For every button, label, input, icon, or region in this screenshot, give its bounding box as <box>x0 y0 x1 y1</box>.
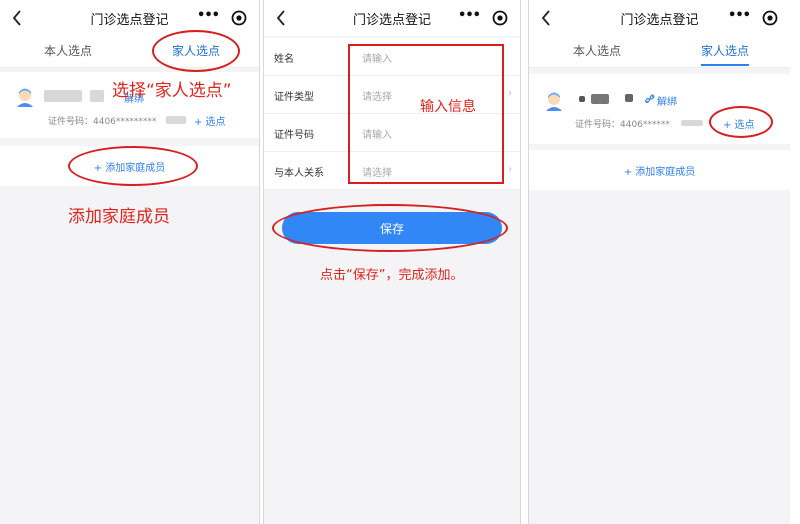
masked-name-part <box>591 94 609 104</box>
chevron-right-icon: › <box>508 88 512 99</box>
masked-name-part <box>625 94 633 102</box>
tab-self[interactable]: 本人选点 <box>573 42 621 59</box>
target-icon[interactable] <box>762 10 778 26</box>
annotation-select-family-tab: 选择“家人选点” <box>112 81 232 101</box>
select-point-button[interactable]: + 选点 <box>194 113 226 128</box>
active-tab-indicator <box>701 64 749 66</box>
annotation-circle-select <box>709 106 773 138</box>
screen-family-tab: 门诊选点登记 ••• 本人选点 家人选点 解绑 证件号码：4406*******… <box>0 0 260 524</box>
screen-add-member-form: 门诊选点登记 ••• 姓名 请输入 证件类型 请选择 › 证件号码 请输入 与本… <box>263 0 521 524</box>
mini-program-capsule: ••• <box>728 7 778 29</box>
target-icon[interactable] <box>231 10 247 26</box>
tab-bar: 本人选点 家人选点 <box>529 36 790 68</box>
annotation-circle-tab <box>152 30 240 72</box>
avatar-icon <box>546 92 562 111</box>
screen-family-added: 门诊选点登记 ••• 本人选点 家人选点 解绑 证件号码：4406****** … <box>528 0 790 524</box>
unlink-link[interactable]: 解绑 <box>657 93 677 108</box>
more-menu-icon[interactable]: ••• <box>458 7 481 29</box>
masked-id <box>166 116 186 124</box>
more-menu-icon[interactable]: ••• <box>728 7 751 29</box>
more-menu-icon[interactable]: ••• <box>197 7 220 29</box>
field-label: 证件类型 <box>274 92 314 103</box>
id-number: 证件号码：4406********* <box>48 117 157 127</box>
link-icon <box>645 94 655 104</box>
nav-bar: 门诊选点登记 ••• <box>0 0 259 36</box>
nav-bar: 门诊选点登记 ••• <box>529 0 790 36</box>
target-icon[interactable] <box>492 10 508 26</box>
masked-name-part <box>90 90 104 102</box>
field-label: 姓名 <box>274 54 294 65</box>
add-member-button[interactable]: + 添加家庭成员 <box>529 163 790 178</box>
annotation-add-member: 添加家庭成员 <box>68 207 170 227</box>
annotation-circle-save <box>272 204 508 252</box>
masked-name <box>44 90 82 102</box>
field-label: 与本人关系 <box>274 168 324 179</box>
masked-name <box>579 96 585 102</box>
id-number: 证件号码：4406****** <box>575 120 670 130</box>
mini-program-capsule: ••• <box>197 7 247 29</box>
add-member-bar[interactable]: + 添加家庭成员 <box>529 150 790 190</box>
field-label: 证件号码 <box>274 130 314 141</box>
annotation-click-save: 点击“保存”，完成添加。 <box>320 268 464 283</box>
avatar-icon <box>17 88 33 107</box>
mini-program-capsule: ••• <box>458 7 508 29</box>
tab-family[interactable]: 家人选点 <box>701 42 749 59</box>
tab-self[interactable]: 本人选点 <box>44 42 92 59</box>
annotation-input-info: 输入信息 <box>420 99 476 115</box>
annotation-circle-add <box>68 146 198 186</box>
nav-bar: 门诊选点登记 ••• <box>264 0 520 36</box>
masked-id <box>681 120 703 126</box>
chevron-right-icon: › <box>508 164 512 175</box>
